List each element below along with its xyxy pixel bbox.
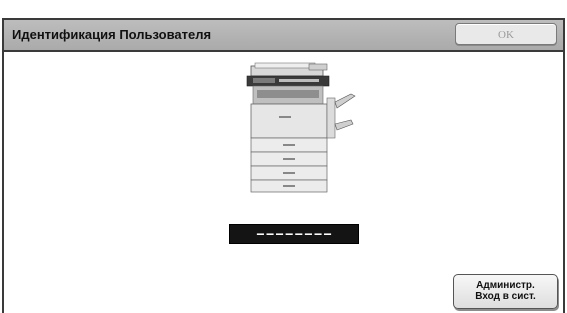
ok-button[interactable]: OK <box>455 23 557 45</box>
dialog-titlebar: Идентификация Пользователя OK <box>2 18 565 52</box>
pin-input-field[interactable]: –––––––– <box>229 224 359 244</box>
admin-login-button[interactable]: Администр. Вход в сист. <box>453 274 558 309</box>
dialog-title: Идентификация Пользователя <box>12 27 212 42</box>
admin-button-label-line2: Вход в сист. <box>475 291 536 302</box>
user-authentication-screen: Идентификация Пользователя OK –––––––– А <box>0 0 567 313</box>
multifunction-printer-icon <box>246 62 356 193</box>
admin-button-label-line1: Администр. <box>476 280 535 291</box>
